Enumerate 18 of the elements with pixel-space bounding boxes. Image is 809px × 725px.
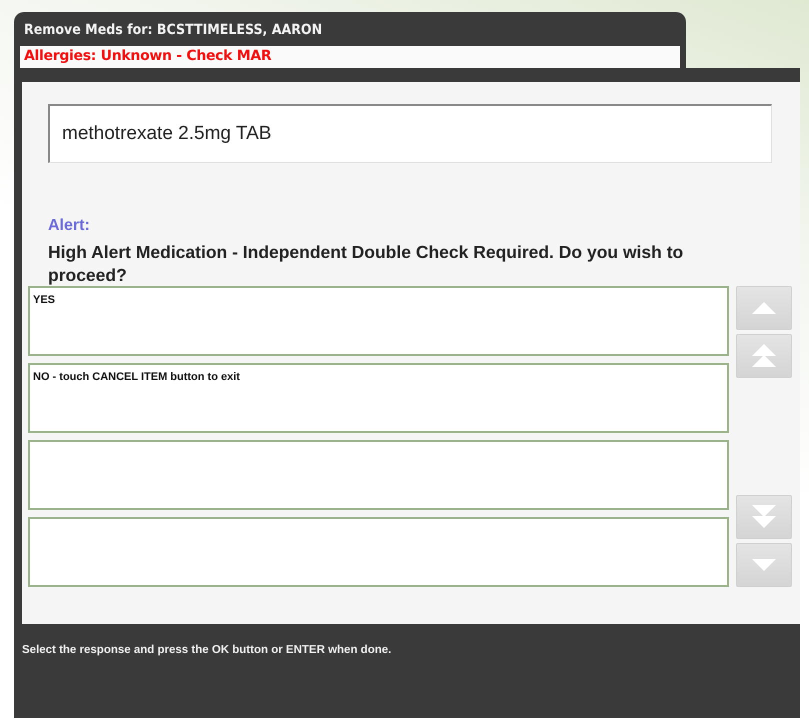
window-title: Remove Meds for: BCSTTIMELESS, AARON: [23, 22, 324, 40]
empty-response-slot[interactable]: [28, 440, 729, 510]
alert-label: Alert:: [48, 217, 91, 235]
scroll-down-button[interactable]: [736, 543, 792, 587]
scroll-top-button[interactable]: [736, 334, 792, 378]
response-option[interactable]: NO - touch CANCEL ITEM button to exit: [28, 363, 729, 433]
down-arrow-icon: [750, 558, 778, 572]
double-up-arrow-icon: [750, 344, 778, 368]
medication-field[interactable]: methotrexate 2.5mg TAB: [48, 104, 772, 163]
alert-message: High Alert Medication - Independent Double Check Required. Do you wish to proceed?: [48, 241, 684, 287]
empty-response-slot[interactable]: [28, 517, 729, 587]
response-option[interactable]: YES: [28, 286, 729, 356]
up-arrow-icon: [750, 301, 778, 315]
status-message: Select the response and press the OK button or ENTER when done.: [22, 643, 392, 656]
scroll-up-button[interactable]: [736, 286, 792, 330]
scroll-bottom-button[interactable]: [736, 495, 792, 539]
double-down-arrow-icon: [750, 505, 778, 529]
allergy-warning: Allergies: Unknown - Check MAR: [20, 46, 680, 68]
